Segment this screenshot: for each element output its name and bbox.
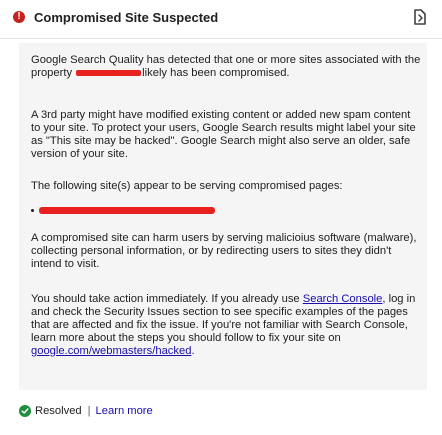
bullet-icon bbox=[31, 208, 34, 212]
action-text-end: . bbox=[191, 345, 195, 357]
sites-intro: The following site(s) appear to be servi… bbox=[31, 180, 343, 192]
compromised-site-list bbox=[31, 204, 215, 216]
footer-separator: | bbox=[87, 405, 91, 417]
alert-footer: Resolved | Learn more bbox=[19, 404, 153, 418]
search-console-link[interactable]: Search Console bbox=[303, 293, 383, 305]
redacted-property bbox=[76, 69, 142, 76]
detection-paragraph: Google Search Quality has detected that … bbox=[31, 54, 421, 80]
action-text: You should take action immediately. If y… bbox=[31, 293, 303, 305]
resolved-status: Resolved bbox=[35, 405, 82, 417]
detection-text-end: likely has been compromised. bbox=[142, 67, 290, 79]
action-paragraph: You should take action immediately. If y… bbox=[31, 293, 421, 358]
message-panel: Google Search Quality has detected that … bbox=[19, 43, 427, 390]
impact-paragraph: A 3rd party might have modified existing… bbox=[31, 109, 416, 160]
export-icon[interactable] bbox=[412, 8, 428, 26]
learn-more-link[interactable]: Learn more bbox=[96, 405, 153, 417]
error-icon: ! bbox=[13, 11, 25, 23]
check-circle-icon bbox=[19, 405, 31, 417]
webmasters-hacked-link[interactable]: google.com/webmasters/hacked bbox=[31, 345, 191, 357]
alert-header: ! Compromised Site Suspected bbox=[0, 0, 442, 39]
harm-paragraph: A compromised site can harm users by ser… bbox=[31, 232, 417, 270]
alert-title: Compromised Site Suspected bbox=[34, 10, 219, 25]
redacted-site-url bbox=[39, 206, 215, 214]
